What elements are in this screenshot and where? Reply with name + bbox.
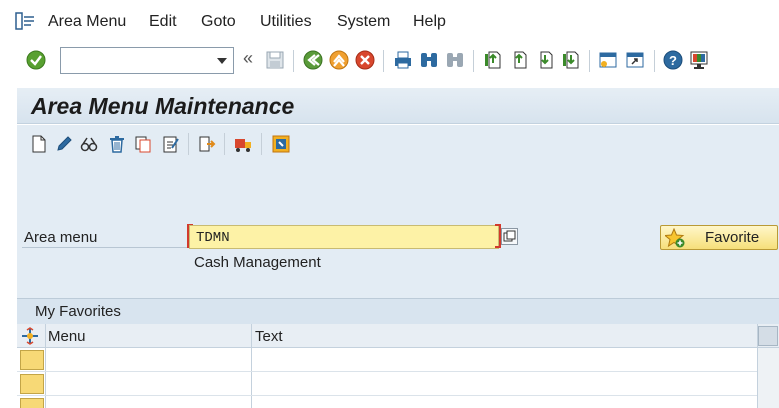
separator [261, 133, 262, 155]
create-icon[interactable] [29, 134, 49, 154]
last-page-icon[interactable] [560, 49, 582, 71]
dropdown-arrow-icon[interactable] [217, 58, 227, 64]
application-toolbar [17, 125, 779, 163]
page-title: Area Menu Maintenance [31, 93, 295, 119]
find-icon[interactable] [418, 49, 440, 71]
favorites-table: Menu Text [17, 324, 779, 408]
customize-layout-icon[interactable] [688, 49, 710, 71]
where-used-icon[interactable] [271, 134, 291, 154]
find-next-icon[interactable] [444, 49, 466, 71]
menu-icon[interactable] [15, 12, 35, 30]
area-menu-input[interactable]: TDMN [189, 225, 499, 249]
favorite-button[interactable]: Favorite [660, 225, 778, 250]
next-page-icon[interactable] [534, 49, 556, 71]
translate-icon[interactable] [197, 134, 217, 154]
collapse-icon[interactable]: « [243, 48, 253, 69]
first-page-icon[interactable] [482, 49, 504, 71]
menu-system[interactable]: System [337, 13, 390, 31]
favorites-title: My Favorites [35, 303, 121, 320]
separator [188, 133, 189, 155]
change-icon[interactable] [54, 134, 74, 154]
separator [293, 50, 294, 72]
svg-text:?: ? [669, 53, 677, 68]
enter-check-icon[interactable] [25, 49, 47, 71]
label-underline [22, 247, 190, 248]
display-icon[interactable] [79, 134, 99, 154]
area-menu-description: Cash Management [194, 254, 321, 271]
separator [224, 133, 225, 155]
menu-bar: Area Menu Edit Goto Utilities System Hel… [0, 0, 779, 44]
separator [654, 50, 655, 72]
previous-page-icon[interactable] [508, 49, 530, 71]
column-settings-icon[interactable] [21, 327, 39, 345]
print-icon[interactable] [392, 49, 414, 71]
back-icon[interactable] [302, 49, 324, 71]
area-menu-label: Area menu [24, 229, 98, 246]
column-header-text[interactable]: Text [255, 328, 283, 345]
menu-help[interactable]: Help [413, 13, 446, 31]
favorite-button-label: Favorite [705, 229, 760, 246]
title-bar: Area Menu Maintenance [17, 88, 779, 124]
create-session-icon[interactable] [597, 49, 619, 71]
row-selector[interactable] [20, 398, 44, 408]
copy-icon[interactable] [133, 134, 153, 154]
shortcut-icon[interactable] [624, 49, 646, 71]
help-icon[interactable]: ? [662, 49, 684, 71]
add-favorite-icon [665, 228, 685, 248]
menu-area-menu[interactable]: Area Menu [48, 13, 126, 31]
menu-goto[interactable]: Goto [201, 13, 236, 31]
value-help-icon [503, 230, 516, 242]
menu-utilities[interactable]: Utilities [260, 13, 312, 31]
scrollbar-track[interactable] [758, 348, 779, 408]
row-selector[interactable] [20, 350, 44, 370]
command-field[interactable] [60, 47, 234, 74]
menu-edit[interactable]: Edit [149, 13, 177, 31]
delete-icon[interactable] [107, 134, 127, 154]
value-help-button[interactable] [501, 228, 518, 245]
exit-icon[interactable] [328, 49, 350, 71]
favorites-header: My Favorites [17, 298, 779, 324]
table-row[interactable] [17, 396, 757, 408]
scrollbar-up-button[interactable] [758, 326, 778, 346]
save-icon[interactable] [264, 49, 286, 71]
table-row[interactable] [17, 372, 757, 396]
separator [473, 50, 474, 72]
check-icon[interactable] [161, 134, 181, 154]
column-header-menu[interactable]: Menu [48, 328, 86, 345]
separator [589, 50, 590, 72]
cancel-icon[interactable] [354, 49, 376, 71]
separator [383, 50, 384, 72]
transport-icon[interactable] [233, 134, 253, 154]
table-row[interactable] [17, 348, 757, 372]
row-selector[interactable] [20, 374, 44, 394]
table-header: Menu Text [17, 324, 779, 348]
